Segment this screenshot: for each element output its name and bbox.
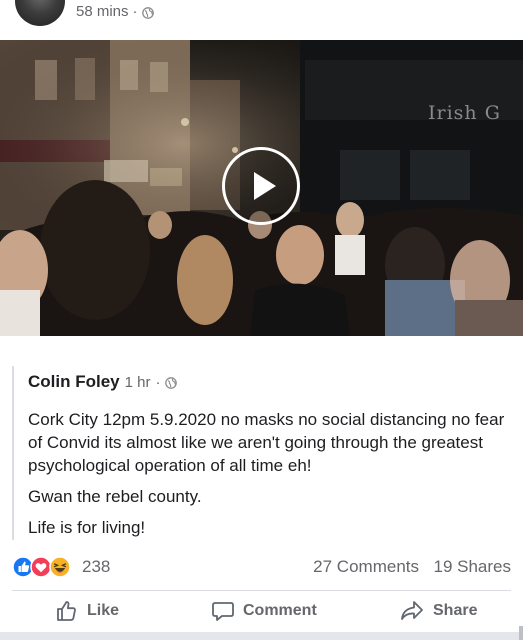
like-label: Like (87, 602, 120, 619)
love-icon (30, 556, 52, 578)
shared-author-line: Colin Foley 1 hr · (28, 372, 178, 392)
shared-post: Colin Foley 1 hr · Cork City 12pm 5.9.20… (0, 336, 523, 547)
scrollbar-thumb[interactable] (519, 626, 523, 640)
comment-icon (212, 602, 234, 621)
comments-count[interactable]: 27 Comments (313, 557, 419, 577)
feed-separator (0, 632, 523, 640)
post-meta: 58 mins · (76, 3, 154, 20)
divider (12, 590, 511, 591)
meta-separator: · (132, 3, 138, 20)
share-arrow-icon (401, 601, 423, 620)
shares-count[interactable]: 19 Shares (434, 557, 512, 577)
haha-icon (49, 556, 71, 578)
reaction-icons[interactable] (12, 556, 78, 578)
video-player[interactable]: Irish G (0, 40, 523, 336)
post-body: Cork City 12pm 5.9.2020 no masks no soci… (28, 408, 508, 547)
comment-button[interactable]: Comment (211, 599, 317, 623)
post-header: 58 mins · (0, 0, 523, 40)
post-paragraph: Cork City 12pm 5.9.2020 no masks no soci… (28, 410, 505, 475)
like-icon (12, 556, 34, 578)
quote-bar (12, 366, 14, 540)
action-bar: Like Comment Share (0, 593, 523, 631)
shared-author-name[interactable]: Colin Foley (28, 372, 120, 392)
like-button[interactable]: Like (55, 599, 119, 623)
comment-label: Comment (243, 602, 317, 619)
engagement-bar: 238 27 Comments 19 Shares (0, 548, 523, 584)
avatar[interactable] (15, 0, 65, 26)
post-time[interactable]: 58 mins (76, 3, 129, 20)
share-label: Share (433, 602, 478, 619)
play-button[interactable] (222, 147, 300, 225)
share-button[interactable]: Share (399, 599, 477, 623)
post-paragraph: Life is for living! (28, 518, 146, 537)
globe-icon (165, 376, 178, 389)
post-paragraph: Gwan the rebel county. (28, 487, 202, 506)
play-icon (254, 172, 276, 200)
reaction-count[interactable]: 238 (82, 557, 110, 577)
shared-meta-separator: · (155, 373, 161, 391)
shop-sign: Irish G (428, 102, 501, 124)
globe-icon (141, 6, 154, 19)
shared-post-time[interactable]: 1 hr (125, 374, 151, 391)
thumbs-up-icon (57, 601, 76, 621)
